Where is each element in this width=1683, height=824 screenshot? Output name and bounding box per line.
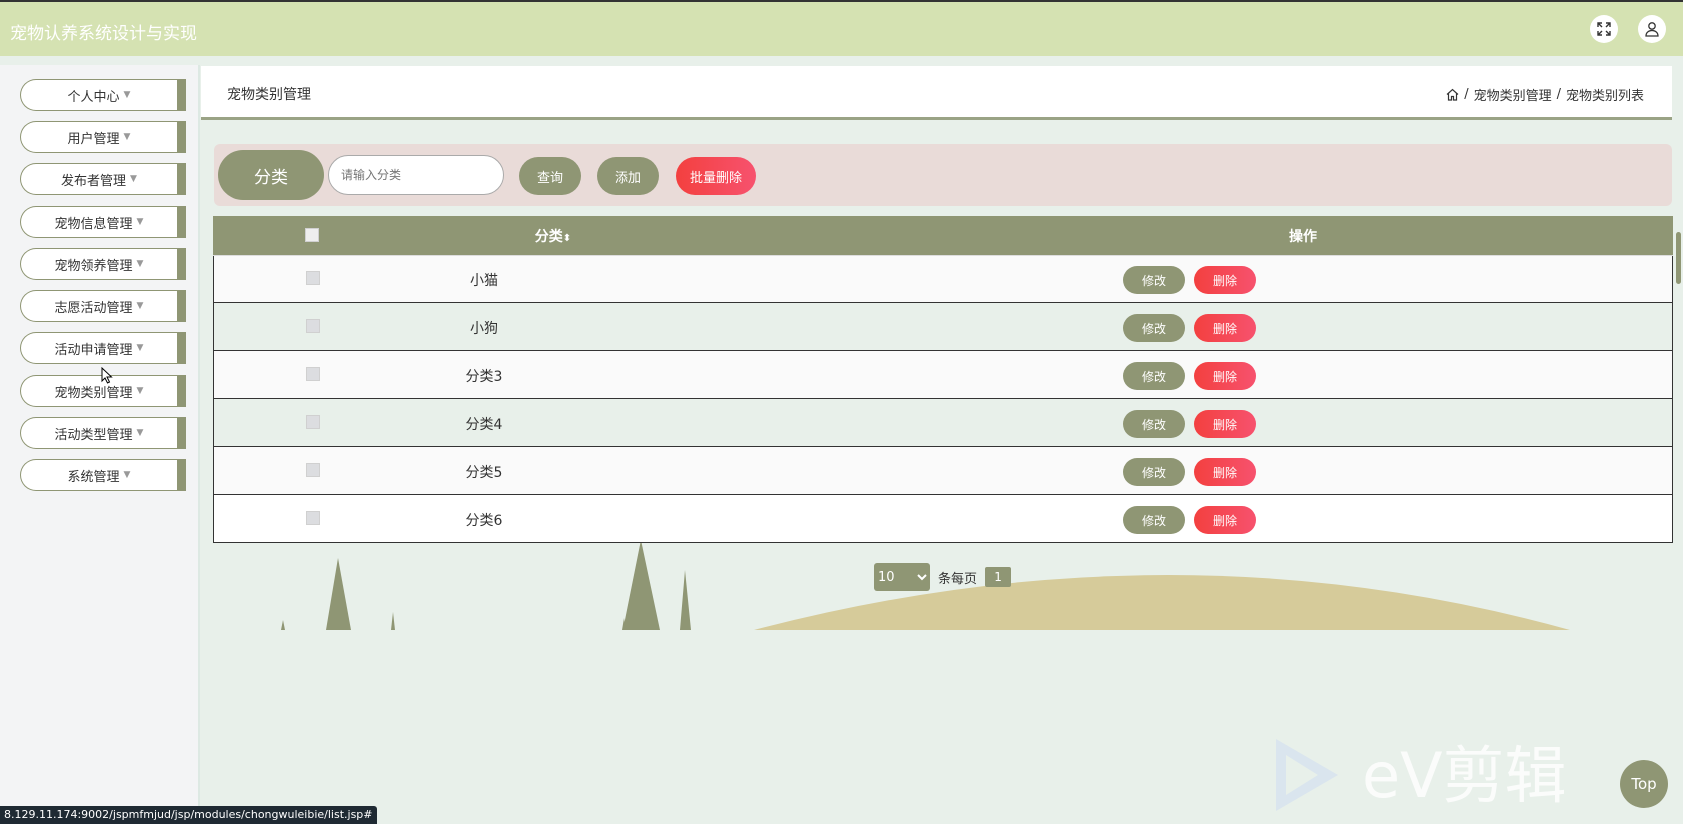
user-icon — [1645, 22, 1659, 37]
table-row: 分类3 修改 删除 — [213, 351, 1673, 399]
table-row: 分类5 修改 删除 — [213, 447, 1673, 495]
edit-button[interactable]: 修改 — [1123, 266, 1185, 294]
category-name: 分类5 — [465, 465, 503, 481]
page-header: 宠物类别管理 / 宠物类别管理 / 宠物类别列表 — [201, 66, 1672, 120]
select-all-checkbox[interactable] — [305, 228, 319, 242]
page-title: 宠物类别管理 — [227, 87, 311, 103]
sort-icon[interactable]: ⬍ — [563, 233, 571, 244]
fullscreen-icon — [1597, 22, 1611, 36]
fullscreen-button[interactable] — [1590, 15, 1618, 43]
table-header: 分类⬍ 操作 — [213, 216, 1673, 255]
breadcrumb-item[interactable]: 宠物类别管理 — [1474, 85, 1552, 104]
svg-text:eV剪辑: eV剪辑 — [1362, 739, 1567, 812]
sidebar-item-personal-center[interactable]: 个人中心 ▼ — [20, 79, 186, 111]
table-row: 分类6 修改 删除 — [213, 495, 1673, 543]
breadcrumb-item-current: 宠物类别列表 — [1565, 89, 1644, 104]
edit-button[interactable]: 修改 — [1123, 506, 1185, 534]
status-bar-url: 8.129.11.174:9002/jspmfmjud/jsp/modules/… — [0, 806, 377, 824]
edit-button[interactable]: 修改 — [1123, 314, 1185, 342]
top-header: 宠物认养系统设计与实现 — [0, 0, 1683, 56]
query-button[interactable]: 查询 — [519, 157, 581, 195]
chevron-down-icon: ▼ — [136, 386, 144, 396]
breadcrumb: / 宠物类别管理 / 宠物类别列表 — [1446, 85, 1644, 104]
chevron-down-icon: ▼ — [123, 132, 131, 142]
sidebar-item-label: 活动类型管理 — [54, 427, 133, 443]
sidebar-item-label: 发布者管理 — [61, 173, 127, 189]
sidebar-item-system[interactable]: 系统管理 ▼ — [20, 459, 186, 491]
sidebar-item-label: 志愿活动管理 — [54, 300, 133, 316]
delete-button[interactable]: 删除 — [1194, 362, 1256, 390]
category-search-input[interactable] — [328, 155, 504, 195]
per-page-label: 条每页 — [938, 571, 978, 587]
chevron-down-icon: ▼ — [136, 217, 144, 227]
home-icon[interactable] — [1446, 88, 1459, 101]
chevron-down-icon: ▼ — [136, 428, 144, 438]
chevron-down-icon: ▼ — [136, 259, 144, 269]
user-avatar-button[interactable] — [1638, 15, 1666, 43]
batch-delete-button[interactable]: 批量删除 — [676, 157, 756, 195]
category-filter-label: 分类 — [218, 150, 324, 200]
chevron-down-icon: ▼ — [136, 343, 144, 353]
category-name: 分类3 — [465, 369, 503, 385]
mouse-cursor-icon — [101, 367, 113, 384]
sidebar-item-activity-types[interactable]: 活动类型管理 ▼ — [20, 417, 186, 449]
edit-button[interactable]: 修改 — [1123, 458, 1185, 486]
category-name: 分类6 — [465, 513, 503, 529]
search-bar: 分类 查询 添加 批量删除 — [214, 144, 1672, 206]
table-row: 小猫 修改 删除 — [213, 255, 1673, 303]
back-to-top-button[interactable]: Top — [1620, 760, 1668, 808]
delete-button[interactable]: 删除 — [1194, 266, 1256, 294]
delete-button[interactable]: 删除 — [1194, 410, 1256, 438]
table-row: 小狗 修改 删除 — [213, 303, 1673, 351]
sidebar-item-label: 宠物类别管理 — [54, 385, 133, 401]
add-button[interactable]: 添加 — [597, 157, 659, 195]
chevron-down-icon: ▼ — [123, 90, 131, 100]
sidebar-item-label: 宠物领养管理 — [54, 258, 133, 274]
edit-button[interactable]: 修改 — [1123, 362, 1185, 390]
table-row: 分类4 修改 删除 — [213, 399, 1673, 447]
sidebar-item-label: 宠物信息管理 — [54, 216, 133, 232]
chevron-down-icon: ▼ — [130, 174, 137, 184]
edit-button[interactable]: 修改 — [1123, 410, 1185, 438]
page-number-current[interactable]: 1 — [985, 567, 1012, 587]
sidebar-item-label: 用户管理 — [67, 131, 120, 147]
ev-editor-watermark-logo: eV剪辑 — [1276, 739, 1567, 812]
pagination: 10 条每页 1 — [874, 563, 1012, 591]
column-header-actions: 操作 — [1289, 229, 1317, 245]
sidebar-item-activity-applications[interactable]: 活动申请管理 ▼ — [20, 332, 186, 364]
delete-button[interactable]: 删除 — [1194, 506, 1256, 534]
category-name: 小狗 — [470, 321, 498, 337]
sidebar-item-label: 个人中心 — [67, 89, 120, 105]
column-header-category[interactable]: 分类⬍ — [483, 226, 623, 246]
sidebar-item-label: 活动申请管理 — [54, 342, 133, 358]
category-name: 小猫 — [470, 273, 498, 289]
sidebar-item-pet-info[interactable]: 宠物信息管理 ▼ — [20, 206, 186, 238]
page-size-select[interactable]: 10 — [874, 563, 930, 591]
sidebar-item-label: 系统管理 — [67, 469, 120, 485]
sidebar-item-pet-adoption[interactable]: 宠物领养管理 ▼ — [20, 248, 186, 280]
chevron-down-icon: ▼ — [123, 470, 131, 480]
app-title: 宠物认养系统设计与实现 — [10, 24, 197, 44]
category-name: 分类4 — [465, 417, 503, 433]
chevron-down-icon: ▼ — [136, 301, 144, 311]
sidebar-item-volunteer-activities[interactable]: 志愿活动管理 ▼ — [20, 290, 186, 322]
sidebar: 个人中心 ▼ 用户管理 ▼ 发布者管理 ▼ 宠物信息管理 ▼ 宠物领养管理 ▼ 志愿活动管… — [0, 65, 200, 824]
sidebar-item-publishers[interactable]: 发布者管理 ▼ — [20, 163, 186, 195]
delete-button[interactable]: 删除 — [1194, 314, 1256, 342]
delete-button[interactable]: 删除 — [1194, 458, 1256, 486]
scrollbar-thumb[interactable] — [1676, 232, 1681, 284]
sidebar-item-users[interactable]: 用户管理 ▼ — [20, 121, 186, 153]
